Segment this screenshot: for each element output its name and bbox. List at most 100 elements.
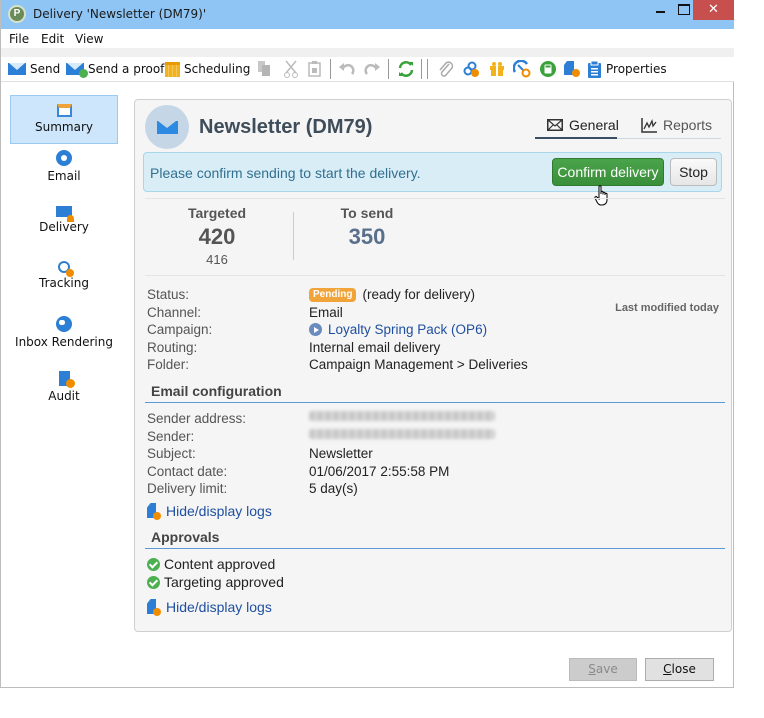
divider [145, 275, 725, 276]
sidebar-item-delivery[interactable]: Delivery [10, 206, 118, 255]
summary-icon [56, 104, 72, 117]
property-value: Pending (ready for delivery) [309, 287, 475, 302]
approval-item: Targeting approved [147, 574, 284, 590]
properties-icon [588, 60, 601, 78]
status-text: (ready for delivery) [362, 287, 475, 302]
sidebar-item-label: Audit [48, 389, 80, 403]
tracking-icon [58, 261, 74, 277]
send-proof-button[interactable]: Send a proof [66, 59, 164, 79]
chart-icon [641, 117, 657, 133]
confirm-delivery-button[interactable]: Confirm delivery [552, 158, 664, 186]
hand-cursor-icon [594, 185, 608, 206]
sidebar-item-tracking[interactable]: Tracking [10, 261, 118, 310]
close-button[interactable]: Close [645, 658, 714, 681]
property-label: Contact date: [147, 463, 228, 479]
sidebar-item-label: Summary [35, 120, 93, 134]
campaign-link-text[interactable]: Loyalty Spring Pack (OP6) [328, 322, 487, 337]
property-label: Channel: [147, 304, 202, 320]
property-value: 5 day(s) [309, 481, 358, 496]
tracked-link-icon[interactable] [462, 60, 480, 80]
menu-edit[interactable]: Edit [41, 32, 64, 46]
delivery-window: P Delivery 'Newsletter (DM79)' ✕ File Ed… [0, 0, 734, 688]
property-label: Subject: [147, 446, 196, 461]
stat-targeted: Targeted 420 416 [167, 205, 267, 267]
sidebar-item-inbox-rendering[interactable]: Inbox Rendering [10, 316, 118, 365]
title-bar[interactable]: P Delivery 'Newsletter (DM79)' ✕ [1, 0, 734, 29]
inbox-rendering-icon [56, 316, 72, 332]
tab-label: General [569, 117, 619, 133]
save-button[interactable]: Save [569, 658, 637, 681]
copy-icon[interactable] [256, 60, 272, 80]
logs-link-text[interactable]: Hide/display logs [166, 503, 272, 519]
tab-general[interactable]: General [547, 117, 619, 133]
stat-label: To send [340, 205, 394, 221]
summary-panel: Newsletter (DM79) General Reports Please… [134, 99, 732, 632]
logs-icon [147, 503, 161, 520]
calculator-icon[interactable] [539, 60, 557, 80]
attachment-icon[interactable] [437, 60, 455, 80]
email-configuration-heading: Email configuration [145, 383, 725, 403]
approval-text: Targeting approved [164, 574, 284, 590]
redacted-value [309, 411, 495, 421]
property-label: Status: [147, 287, 190, 302]
redo-icon[interactable] [363, 61, 381, 81]
sidebar-item-label: Tracking [39, 276, 89, 290]
send-button[interactable]: Send [8, 59, 60, 79]
envelope-icon [157, 121, 178, 134]
audit-icon [58, 371, 75, 388]
close-window-button[interactable]: ✕ [693, 0, 734, 20]
property-label: Campaign: [147, 322, 213, 337]
send-proof-label: Send a proof [88, 62, 165, 76]
window-title: Delivery 'Newsletter (DM79)' [33, 7, 207, 21]
calendar-icon [165, 61, 180, 77]
hide-display-logs-link[interactable]: Hide/display logs [147, 599, 272, 616]
stat-label: Targeted [187, 205, 247, 221]
property-label: Sender: [147, 428, 195, 444]
offers-icon[interactable] [489, 60, 505, 80]
refresh-icon[interactable] [397, 60, 415, 80]
tab-reports[interactable]: Reports [641, 117, 712, 133]
active-tab-indicator [535, 137, 617, 139]
panel-tabs: General Reports [535, 113, 721, 139]
properties-button[interactable]: Properties [587, 59, 667, 79]
property-label: Sender address: [147, 411, 247, 426]
alert-message: Please confirm sending to start the deli… [150, 165, 421, 181]
campaign-link[interactable]: Loyalty Spring Pack (OP6) [309, 322, 487, 337]
approval-text: Content approved [164, 556, 276, 572]
scheduling-button[interactable]: Scheduling [165, 59, 250, 79]
send-icon [8, 63, 26, 75]
logs-link-text[interactable]: Hide/display logs [166, 599, 272, 615]
property-value: 01/06/2017 2:55:58 PM [309, 463, 450, 479]
delivery-avatar [145, 105, 189, 149]
stat-value: 350 [348, 224, 386, 249]
property-label: Delivery limit: [147, 481, 228, 496]
sidebar-item-label: Email [47, 169, 81, 183]
app-logo-icon: P [8, 5, 26, 23]
cut-icon[interactable] [283, 60, 299, 80]
delivery-monitoring-icon[interactable] [513, 60, 531, 80]
property-value: Newsletter [309, 446, 373, 461]
menu-view[interactable]: View [75, 32, 103, 46]
undo-icon[interactable] [338, 61, 356, 81]
toolbar: Send Send a proof Scheduling Properties [1, 57, 734, 82]
sidebar-item-label: Delivery [39, 220, 89, 234]
logs-icon [147, 599, 161, 616]
last-modified-text: Last modified today [615, 302, 719, 314]
hide-display-logs-link[interactable]: Hide/display logs [147, 503, 272, 520]
sidebar-item-label: Inbox Rendering [15, 335, 113, 349]
paste-icon[interactable] [307, 60, 323, 80]
menu-file[interactable]: File [9, 32, 29, 46]
sidebar-item-summary[interactable]: Summary [10, 95, 118, 144]
approval-item: Content approved [147, 556, 275, 572]
sidebar-item-email[interactable]: Email [10, 150, 118, 199]
property-label: Routing: [147, 339, 198, 355]
stop-button[interactable]: Stop [670, 158, 717, 186]
stats-divider [293, 212, 294, 260]
delivery-icon [56, 206, 74, 222]
sidebar-item-audit[interactable]: Audit [10, 371, 118, 420]
envelope-icon [547, 119, 563, 131]
check-icon [147, 575, 160, 589]
scheduling-label: Scheduling [184, 62, 251, 76]
redacted-value [309, 428, 495, 439]
audit-icon[interactable] [563, 60, 581, 80]
